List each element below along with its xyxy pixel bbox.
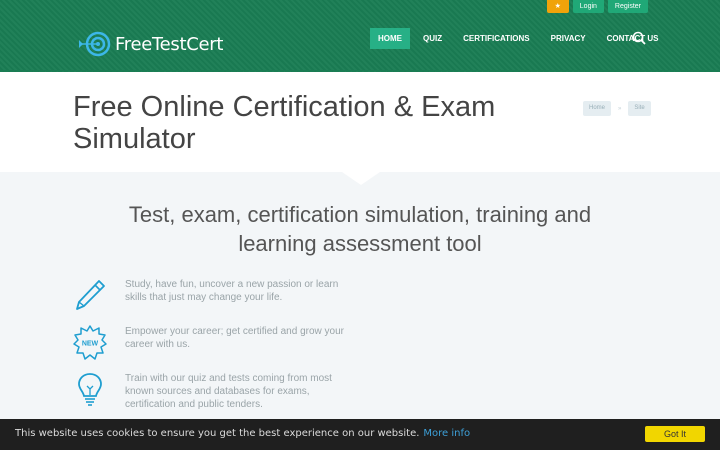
site-logo[interactable]: FreeTestCert (77, 30, 223, 58)
feature-text: Empower your career; get certified and g… (125, 326, 344, 350)
login-button[interactable]: Login (572, 0, 604, 13)
top-bar: ★ Login Register (546, 0, 648, 13)
breadcrumb: Home » Site (583, 101, 651, 116)
main-heading: Test, exam, certification simulation, tr… (128, 202, 592, 256)
favorite-star-button[interactable]: ★ (546, 0, 569, 13)
breadcrumb-separator: » (618, 105, 622, 112)
nav-home[interactable]: HOME (370, 28, 410, 49)
breadcrumb-home[interactable]: Home (583, 101, 612, 116)
page-title: Free Online Certification & Exam Simulat… (73, 91, 496, 155)
cookie-message: This website uses cookies to ensure you … (15, 428, 470, 439)
brand-name: FreeTestCert (115, 33, 224, 55)
breadcrumb-current: Site (628, 101, 651, 116)
title-notch (342, 172, 380, 185)
register-button[interactable]: Register (607, 0, 648, 13)
search-icon[interactable] (632, 31, 646, 45)
target-logo-icon (79, 31, 111, 57)
got-it-button[interactable]: Got It (645, 426, 705, 442)
pencil-icon (76, 280, 105, 310)
cookie-text: This website uses cookies to ensure you … (15, 428, 420, 439)
svg-text:NEW: NEW (82, 341, 99, 348)
site-header: ★ Login Register FreeTestCert HOME QUIZ … (0, 0, 720, 72)
lightbulb-icon (78, 373, 102, 406)
title-band: Free Online Certification & Exam Simulat… (0, 72, 720, 172)
more-info-link[interactable]: More info (423, 428, 470, 439)
main-nav: HOME QUIZ CERTIFICATIONS PRIVACY CONTACT… (370, 28, 671, 49)
cookie-banner: This website uses cookies to ensure you … (0, 419, 720, 450)
feature-text: Study, have fun, uncover a new passion o… (125, 279, 339, 303)
nav-certifications[interactable]: CERTIFICATIONS (455, 28, 538, 49)
new-badge-icon: NEW (73, 325, 107, 360)
feature-text: Train with our quiz and tests coming fro… (125, 373, 332, 410)
star-icon: ★ (554, 3, 561, 10)
nav-privacy[interactable]: PRIVACY (543, 28, 594, 49)
nav-quiz[interactable]: QUIZ (415, 28, 450, 49)
